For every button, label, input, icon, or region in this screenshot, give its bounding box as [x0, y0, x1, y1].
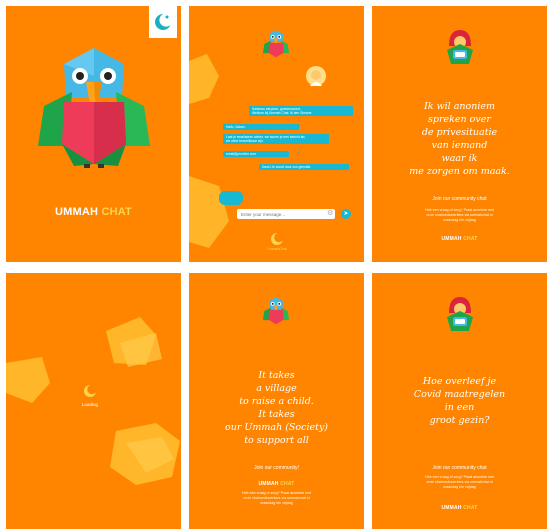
join-rest: our community chat — [442, 465, 487, 471]
parrot-mascot-icon — [262, 30, 290, 58]
join-line: Join our community chat — [372, 196, 547, 202]
gear-icon[interactable]: ⚙ — [327, 209, 333, 219]
logo-badge — [149, 6, 177, 38]
splash-screen: UMMAH CHAT — [6, 6, 181, 262]
chat-bubbles-badge — [219, 191, 243, 205]
chat-message-user: Hallo, Salam. — [223, 124, 299, 131]
check-icon: ✓ — [297, 123, 302, 129]
loading-screen: Loading — [6, 273, 181, 529]
join-word: Join — [432, 196, 442, 202]
brand-word-chat: CHAT — [463, 236, 478, 242]
check-icon: ✓ — [297, 150, 302, 156]
brand-word-ummah: UMMAH — [258, 481, 279, 487]
chat-screen: Salamou aleykom, goedenavond. Welkom bij… — [189, 6, 364, 262]
parrot-mascot-icon — [38, 48, 150, 168]
avatar-hijab-icon — [310, 70, 322, 86]
loading-label: Loading — [81, 402, 99, 407]
brand-wordmark: UMMAH CHAT — [372, 236, 547, 242]
quote-text: Ik wil anoniem spreken over de privesitu… — [409, 101, 510, 177]
brand-wordmark: UMMAH CHAT — [6, 206, 181, 218]
small-print: Heb een vraag of zorg? Praat anoniem met… — [425, 208, 494, 222]
brand-word-chat: CHAT — [280, 481, 295, 487]
join-word: Join — [432, 465, 442, 471]
quote-text: Hoe overleef je Covid maatregelen in een… — [413, 376, 506, 426]
join-line: Join our community chat — [372, 465, 547, 471]
footer-brand: UmmahChat — [267, 247, 287, 251]
small-print: Heb een vraag of zorg? Praat anoniem met… — [242, 491, 311, 505]
avatar-hijab-icon — [447, 30, 473, 64]
parrot-mascot-icon — [262, 297, 290, 325]
background-shape — [6, 317, 180, 485]
crescent-logo-icon — [271, 232, 284, 245]
quote-screen-covid: Hoe overleef je Covid maatregelen in een… — [372, 273, 547, 529]
agent-avatar — [306, 66, 326, 86]
avatar-hijab-icon — [447, 297, 473, 331]
brand-word-ummah: UMMAH — [441, 505, 462, 511]
brand-word-ummah: UMMAH — [55, 206, 99, 218]
quote-screen-privacy: Ik wil anoniem spreken over de privesitu… — [372, 6, 547, 262]
message-input[interactable] — [237, 209, 335, 219]
chat-message-agent: Salamou aleykom, goedenavond. Welkom bij… — [249, 106, 353, 117]
brand-wordmark: UMMAH CHAT — [372, 505, 547, 511]
send-icon[interactable]: ➤ — [341, 209, 351, 219]
chat-message-agent: Dank! Je wordt door ons gemaild. — [259, 164, 349, 171]
brand-word-chat: CHAT — [463, 505, 478, 511]
join-line: Join our community! — [189, 465, 364, 471]
brand-word-chat: CHAT — [101, 206, 132, 218]
join-word: Join — [254, 465, 264, 471]
small-print: Heb een vraag of zorg? Praat anoniem met… — [425, 475, 494, 489]
chat-message-user: email@provider.com — [223, 151, 289, 158]
brand-wordmark: UMMAH CHAT — [189, 481, 364, 487]
chat-message-agent: Laat je emailadres achter, we sturen je … — [223, 134, 329, 145]
join-rest: our community! — [264, 465, 299, 471]
join-rest: our community chat — [442, 196, 487, 202]
quote-text: It takes a village to raise a child. It … — [224, 370, 329, 446]
crescent-logo-icon — [84, 384, 97, 397]
brand-word-ummah: UMMAH — [441, 236, 462, 242]
crescent-logo-icon — [155, 13, 173, 30]
quote-screen-village: It takes a village to raise a child. It … — [189, 273, 364, 529]
